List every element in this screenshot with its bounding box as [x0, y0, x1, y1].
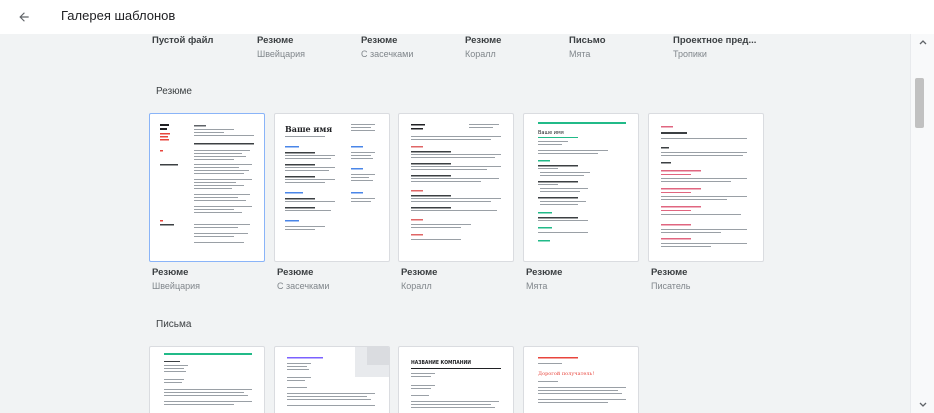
template-card-resume-coral[interactable]: [398, 113, 514, 262]
template-card-resume-serif[interactable]: Ваше имя: [274, 113, 390, 262]
preview-greeting: Дорогой получатель!: [538, 371, 594, 377]
top-bar: Галерея шаблонов: [0, 0, 934, 34]
template-blank[interactable]: Пустой файл: [152, 35, 262, 49]
scroll-thumb[interactable]: [915, 78, 924, 128]
template-proposal-tropic[interactable]: Проектное пред... Тропики: [673, 35, 783, 59]
template-resume-coral[interactable]: Резюме Коралл: [465, 35, 575, 59]
template-name: Резюме: [526, 267, 563, 278]
template-subtitle: С засечками: [361, 49, 414, 59]
letter-mint-preview: [164, 353, 252, 405]
preview-name: Ваше имя: [538, 130, 564, 136]
template-caption: Резюме Коралл: [401, 267, 521, 291]
letter-company-preview: НАЗВАНИЕ КОМПАНИИ: [411, 360, 501, 408]
resume-writer-preview: [661, 126, 747, 247]
template-subtitle: Швейцария: [152, 281, 201, 291]
template-resume-swiss[interactable]: Резюме Швейцария: [257, 35, 367, 59]
page-title: Галерея шаблонов: [61, 8, 176, 23]
template-card-resume-swiss[interactable]: [149, 113, 265, 262]
template-subtitle: Мята: [569, 49, 591, 59]
chevron-up-icon: [919, 40, 927, 45]
template-name: Резюме: [465, 35, 502, 46]
section-title-resume: Резюме: [156, 86, 192, 97]
arrow-back-icon: [19, 12, 29, 22]
template-name: Резюме: [401, 267, 438, 278]
template-subtitle: Тропики: [673, 49, 707, 59]
template-caption: Резюме С засечками: [277, 267, 397, 291]
resume-serif-preview: Ваше имя: [285, 124, 375, 230]
template-subtitle: Коралл: [401, 281, 432, 291]
template-name: Проектное пред...: [673, 35, 757, 46]
template-letter-mint[interactable]: Письмо Мята: [569, 35, 679, 59]
preview-name: Ваше имя: [285, 124, 332, 134]
template-card-letter-3[interactable]: НАЗВАНИЕ КОМПАНИИ: [398, 346, 514, 413]
template-caption: Резюме Швейцария: [152, 267, 272, 291]
template-name: Резюме: [257, 35, 294, 46]
template-subtitle: Швейцария: [257, 49, 306, 59]
template-name: Письмо: [569, 35, 606, 46]
resume-swiss-preview: [160, 124, 254, 243]
template-name: Резюме: [277, 267, 314, 278]
template-resume-serif[interactable]: Резюме С засечками: [361, 35, 471, 59]
template-subtitle: С засечками: [277, 281, 330, 291]
letter-purple-preview: [287, 347, 389, 406]
preview-company-name: НАЗВАНИЕ КОМПАНИИ: [411, 360, 471, 366]
back-button[interactable]: [14, 7, 34, 27]
template-subtitle: Писатель: [651, 281, 691, 291]
template-name: Резюме: [361, 35, 398, 46]
vertical-scrollbar[interactable]: [910, 34, 934, 413]
template-gallery: Пустой файл Резюме Швейцария Резюме С за…: [0, 34, 910, 413]
section-title-letters: Письма: [156, 319, 192, 330]
template-card-resume-mint[interactable]: Ваше имя: [523, 113, 639, 262]
scroll-down-button[interactable]: [917, 399, 929, 411]
resume-mint-preview: Ваше имя: [538, 122, 626, 242]
template-card-letter-4[interactable]: Дорогой получатель!: [523, 346, 639, 413]
template-subtitle: Коралл: [465, 49, 496, 59]
letter-red-preview: Дорогой получатель!: [538, 357, 626, 403]
chevron-down-icon: [919, 402, 927, 407]
template-card-letter-2[interactable]: [274, 346, 390, 413]
template-name: Резюме: [651, 267, 688, 278]
template-caption: Резюме Писатель: [651, 267, 771, 291]
scroll-up-button[interactable]: [917, 36, 929, 48]
template-subtitle: Мята: [526, 281, 548, 291]
template-card-resume-writer[interactable]: [648, 113, 764, 262]
resume-coral-preview: [411, 124, 501, 240]
template-card-letter-1[interactable]: [149, 346, 265, 413]
template-caption: Резюме Мята: [526, 267, 646, 291]
template-name: Пустой файл: [152, 35, 214, 46]
template-name: Резюме: [152, 267, 189, 278]
